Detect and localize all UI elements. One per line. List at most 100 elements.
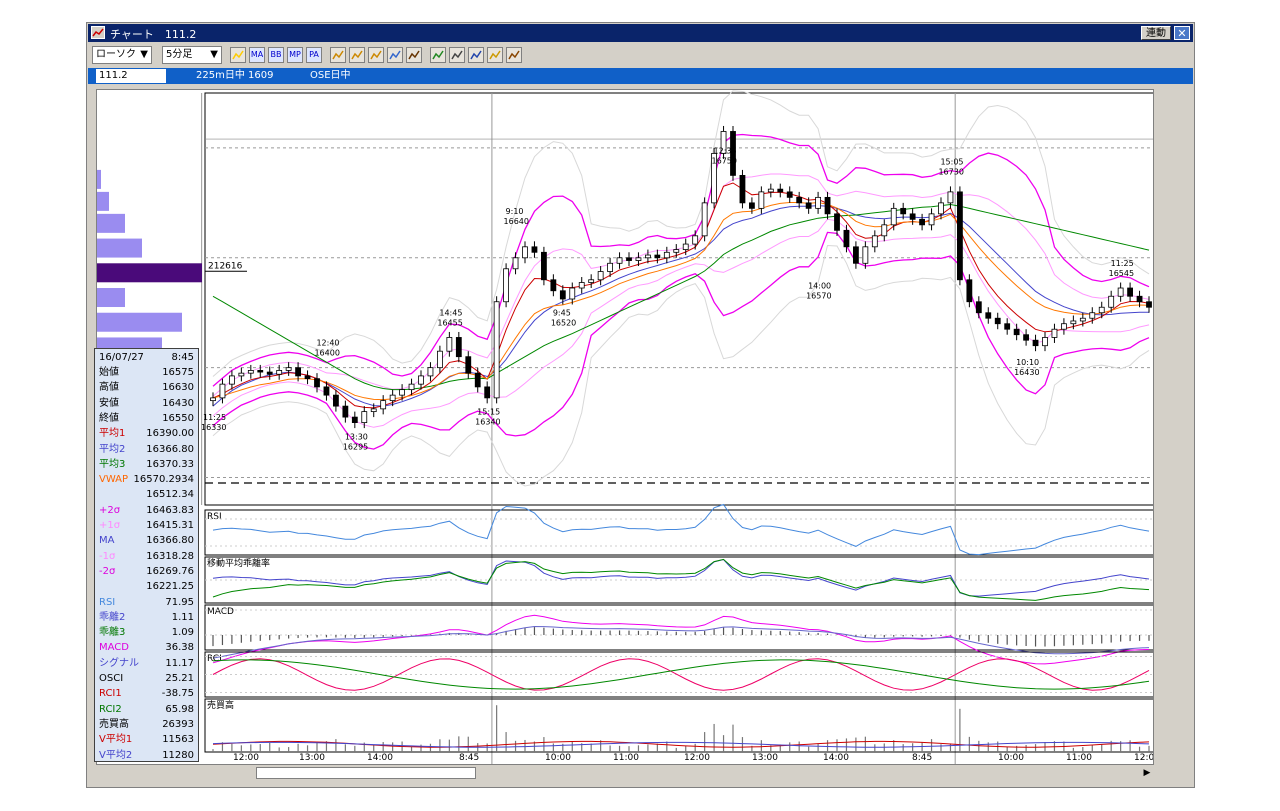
candle-body	[503, 268, 509, 303]
rsi-panel-frame	[204, 509, 1153, 556]
candle-body	[1013, 328, 1020, 336]
annotation-value: 16730	[938, 167, 963, 176]
candle-body	[1098, 306, 1105, 314]
macd-panel-frame	[204, 604, 1153, 651]
data-row-value: 16630	[162, 382, 194, 394]
candle-body	[323, 386, 330, 396]
pa-icon[interactable]: PA	[306, 47, 322, 63]
symbol-field[interactable]: 111.2	[96, 69, 166, 83]
table-icon[interactable]	[406, 47, 422, 63]
candle-body	[1079, 317, 1086, 322]
data-panel: 16/07/27 8:45 始値 16575 高値 16630 安値 16430 終値 165…	[94, 348, 199, 762]
trend-icon[interactable]	[349, 47, 365, 63]
candle-body	[758, 191, 765, 209]
candle-body	[957, 191, 963, 281]
candle-body	[361, 411, 368, 424]
x-tick-label: 12:00	[684, 753, 710, 763]
candle-body	[437, 350, 443, 369]
data-row-value: 25.21	[165, 673, 194, 684]
candle-type-value: ローソク	[96, 49, 136, 60]
ma1-line	[212, 182, 1150, 409]
mp-icon[interactable]: MP	[287, 47, 303, 63]
bb-icon[interactable]: BB	[268, 47, 284, 63]
candle-body	[767, 188, 774, 193]
cursor-icon[interactable]	[449, 47, 465, 63]
annotation-time: 11:25	[1111, 259, 1134, 268]
fib-icon[interactable]	[368, 47, 384, 63]
candle-body	[749, 202, 755, 209]
data-row: 高値 16630	[97, 380, 196, 395]
candle-body	[247, 370, 254, 374]
data-row: 16512.34	[97, 487, 196, 502]
candle-body	[663, 251, 670, 259]
toolbar: ローソク ▼ 5分足 ▼ MA BB MP PA	[88, 43, 1193, 67]
data-row-label: 売買高	[99, 718, 129, 730]
data-row: 乖離2 1.11	[97, 610, 196, 625]
data-row-value: 11.17	[165, 657, 194, 669]
data-row-label: 乖離3	[99, 627, 126, 639]
annotation-value: 16295	[343, 442, 368, 451]
zoom-icon[interactable]	[387, 47, 403, 63]
chart-app-icon	[91, 26, 105, 39]
candle-type-dropdown[interactable]: ローソク ▼	[92, 46, 152, 64]
data-row-label: 終値	[99, 412, 119, 424]
data-row-value: 11280	[162, 749, 194, 761]
scrollbar-thumb[interactable]	[256, 767, 476, 779]
candle-body	[304, 375, 311, 380]
candle-body	[493, 301, 500, 399]
data-row-label: +1σ	[99, 520, 121, 531]
data-row: 平均3 16370.33	[97, 457, 196, 472]
annotation-time: 14:45	[439, 308, 462, 317]
candle-body	[1023, 334, 1029, 341]
dev2-line	[212, 558, 1150, 597]
horizontal-scrollbar[interactable]: ▶	[96, 766, 1154, 780]
bb-3sigma-upper	[212, 90, 1150, 377]
line-draw-icon[interactable]	[330, 47, 346, 63]
ma-icon[interactable]: MA	[249, 47, 265, 63]
candle-body	[257, 370, 264, 373]
link-button[interactable]: 連動	[1141, 26, 1171, 40]
data-row-label: シグナル	[99, 657, 139, 669]
x-tick-label: 13:00	[752, 753, 778, 763]
candle-body	[853, 246, 859, 264]
close-button[interactable]: ✕	[1174, 26, 1190, 40]
annotation-value: 16570	[806, 291, 831, 300]
candle-body	[550, 279, 557, 292]
interval-dropdown[interactable]: 5分足 ▼	[162, 46, 222, 64]
volume-profile-bar	[97, 191, 109, 211]
magnet-icon[interactable]	[487, 47, 503, 63]
crosshair-icon[interactable]	[506, 47, 522, 63]
annotation-time: 15:15	[477, 408, 500, 417]
bar-chart-icon[interactable]	[230, 47, 246, 63]
candle-body	[210, 397, 216, 402]
title-bar[interactable]: チャート 111.2 連動 ✕	[88, 24, 1193, 42]
volume-profile-bar	[97, 213, 125, 233]
volume-profile-label: 212616	[208, 261, 243, 271]
data-row: +2σ 16463.83	[97, 503, 196, 518]
annotation-time: 13:30	[345, 432, 368, 441]
candle-body	[380, 400, 387, 410]
data-row-label: OSCI	[99, 673, 124, 684]
bb-1sigma-lower	[212, 218, 1150, 428]
candle-body	[692, 235, 699, 245]
data-row-value: 16366.80	[146, 443, 194, 455]
chart-svg: 162001640016600168001682721261611:251633…	[97, 90, 1153, 764]
data-row-value: 65.98	[165, 703, 194, 715]
scroll-right-arrow[interactable]: ▶	[1140, 766, 1154, 780]
candle-body	[739, 175, 746, 204]
data-row: RCI2 65.98	[97, 702, 196, 717]
data-row-value: -38.75	[161, 688, 194, 700]
data-row-value: 16463.83	[146, 504, 194, 516]
pen-icon[interactable]	[430, 47, 446, 63]
volume-profile-bar	[97, 312, 182, 332]
x-tick-label: 12:00	[233, 753, 259, 763]
chart-plot-area[interactable]: 162001640016600168001682721261611:251633…	[96, 89, 1154, 765]
eraser-icon[interactable]	[468, 47, 484, 63]
data-row: 始値 16575	[97, 365, 196, 380]
panel-title: MACD	[207, 607, 234, 617]
x-tick-label: 13:00	[299, 753, 325, 763]
data-row-value: 16415.31	[146, 520, 194, 531]
annotation-time: 11:25	[203, 413, 226, 422]
data-row-value: 16221.25	[146, 581, 194, 593]
candle-body	[645, 254, 651, 259]
